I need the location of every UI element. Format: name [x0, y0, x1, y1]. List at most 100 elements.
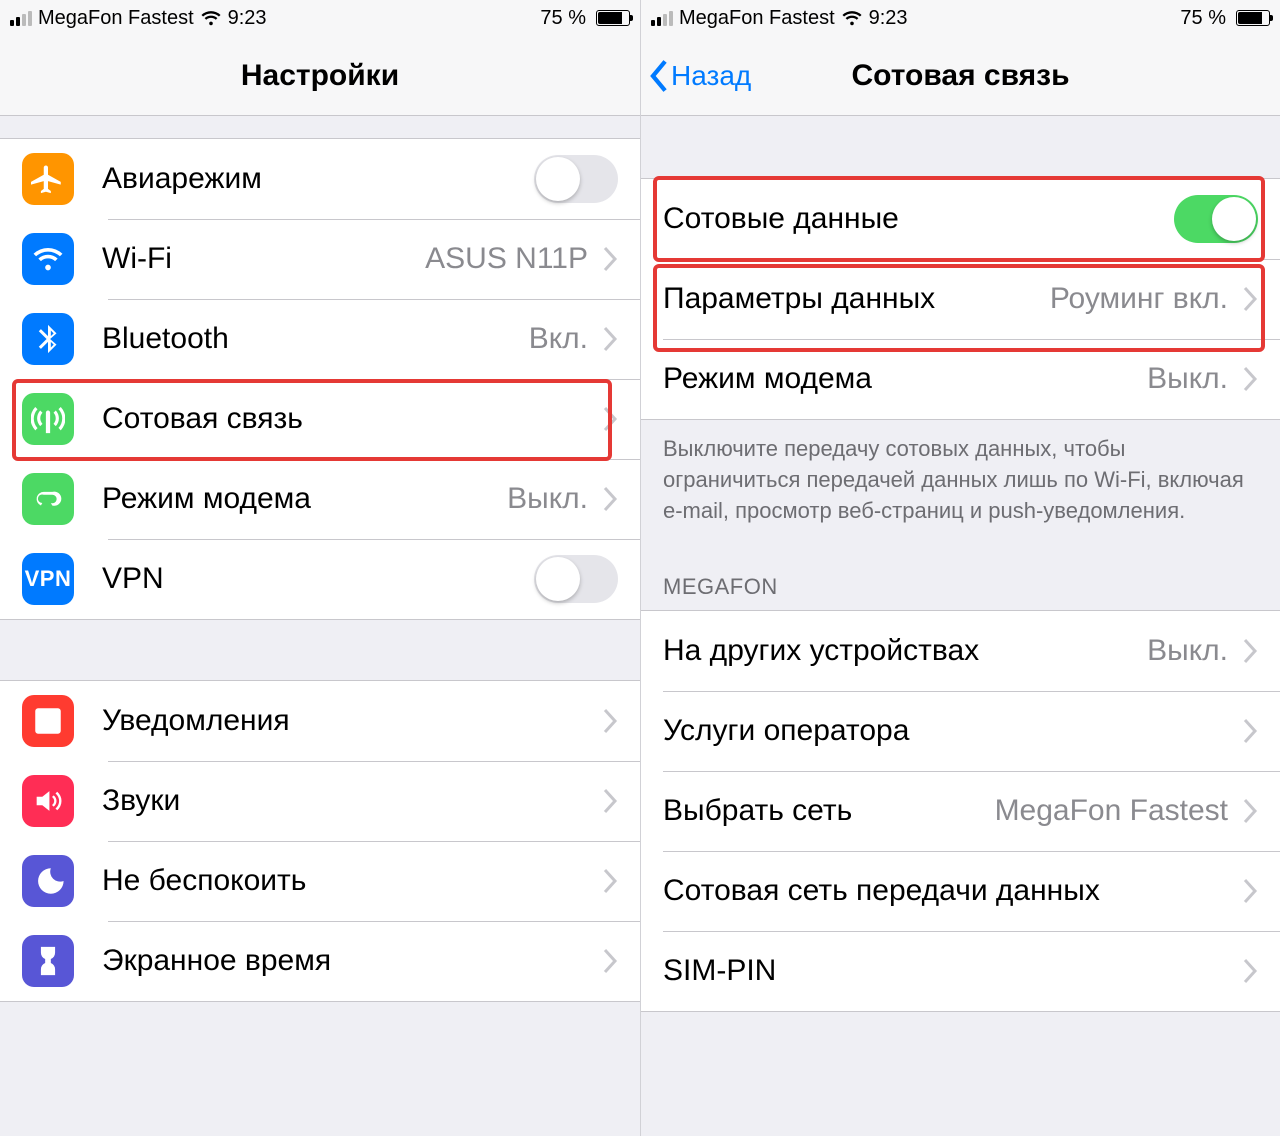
row-value: Вкл.	[529, 322, 588, 356]
group-connectivity: Авиарежим Wi-Fi ASUS N11P Bluetooth Вкл.…	[0, 138, 640, 620]
chevron-right-icon	[1242, 798, 1258, 824]
screen-cellular: MegaFon Fastest 9:23 75 % Назад Сотовая …	[640, 0, 1280, 1136]
row-label: Параметры данных	[663, 282, 935, 316]
back-label: Назад	[671, 60, 751, 92]
chevron-right-icon	[602, 788, 618, 814]
chevron-right-icon	[1242, 958, 1258, 984]
nav-bar: Назад Сотовая связь	[641, 36, 1280, 116]
status-bar: MegaFon Fastest 9:23 75 %	[641, 0, 1280, 36]
row-value: Роуминг вкл.	[1050, 282, 1228, 316]
row-sim-pin[interactable]: SIM-PIN	[641, 931, 1280, 1011]
status-bar: MegaFon Fastest 9:23 75 %	[0, 0, 640, 36]
signal-icon	[10, 11, 32, 26]
row-label: SIM-PIN	[663, 954, 776, 988]
row-carrier-services[interactable]: Услуги оператора	[641, 691, 1280, 771]
row-hotspot[interactable]: Режим модема Выкл.	[0, 459, 640, 539]
section-header-megafon: MEGAFON	[641, 534, 1280, 610]
group-general: Уведомления Звуки Не беспокоить Экранное…	[0, 680, 640, 1002]
row-value: Выкл.	[1147, 634, 1228, 668]
row-cellular[interactable]: Сотовая связь	[0, 379, 640, 459]
row-wifi[interactable]: Wi-Fi ASUS N11P	[0, 219, 640, 299]
airplane-icon	[22, 153, 74, 205]
row-bluetooth[interactable]: Bluetooth Вкл.	[0, 299, 640, 379]
row-vpn[interactable]: VPN VPN	[0, 539, 640, 619]
hotspot-icon	[22, 473, 74, 525]
wifi-settings-icon	[22, 233, 74, 285]
row-label: Сотовая связь	[102, 402, 303, 436]
page-title: Настройки	[241, 59, 399, 93]
row-label: Сотовая сеть передачи данных	[663, 874, 1100, 908]
group-megafon: На других устройствах Выкл. Услуги опера…	[641, 610, 1280, 1012]
row-value: Выкл.	[507, 482, 588, 516]
back-button[interactable]: Назад	[649, 59, 751, 93]
row-other-devices[interactable]: На других устройствах Выкл.	[641, 611, 1280, 691]
row-dnd[interactable]: Не беспокоить	[0, 841, 640, 921]
chevron-right-icon	[1242, 638, 1258, 664]
row-label: Авиарежим	[102, 162, 262, 196]
row-label: Wi-Fi	[102, 242, 172, 276]
sounds-icon	[22, 775, 74, 827]
chevron-right-icon	[1242, 366, 1258, 392]
battery-icon	[1232, 10, 1270, 26]
clock-label: 9:23	[869, 7, 908, 30]
nav-bar: Настройки	[0, 36, 640, 116]
carrier-label: MegaFon Fastest	[679, 7, 835, 30]
notifications-icon	[22, 695, 74, 747]
chevron-right-icon	[602, 948, 618, 974]
chevron-right-icon	[602, 246, 618, 272]
row-value: Выкл.	[1147, 362, 1228, 396]
screen-settings: MegaFon Fastest 9:23 75 % Настройки Авиа…	[0, 0, 640, 1136]
battery-pct-label: 75 %	[540, 7, 586, 30]
row-sounds[interactable]: Звуки	[0, 761, 640, 841]
clock-label: 9:23	[228, 7, 267, 30]
group-cellular-main: Сотовые данные Параметры данных Роуминг …	[641, 178, 1280, 420]
row-apn[interactable]: Сотовая сеть передачи данных	[641, 851, 1280, 931]
carrier-label: MegaFon Fastest	[38, 7, 194, 30]
airplane-toggle[interactable]	[534, 155, 618, 203]
row-select-network[interactable]: Выбрать сеть MegaFon Fastest	[641, 771, 1280, 851]
chevron-right-icon	[602, 326, 618, 352]
row-label: Не беспокоить	[102, 864, 306, 898]
row-data-options[interactable]: Параметры данных Роуминг вкл.	[641, 259, 1280, 339]
battery-pct-label: 75 %	[1180, 7, 1226, 30]
chevron-right-icon	[1242, 286, 1258, 312]
chevron-right-icon	[1242, 878, 1258, 904]
row-cellular-data[interactable]: Сотовые данные	[641, 179, 1280, 259]
battery-icon	[592, 10, 630, 26]
wifi-icon	[200, 9, 222, 27]
chevron-right-icon	[602, 406, 618, 432]
chevron-right-icon	[602, 486, 618, 512]
vpn-toggle[interactable]	[534, 555, 618, 603]
cellular-data-toggle[interactable]	[1174, 195, 1258, 243]
dnd-icon	[22, 855, 74, 907]
row-airplane[interactable]: Авиарежим	[0, 139, 640, 219]
row-label: VPN	[102, 562, 164, 596]
row-label: Выбрать сеть	[663, 794, 852, 828]
signal-icon	[651, 11, 673, 26]
row-value: MegaFon Fastest	[995, 794, 1228, 828]
row-label: Уведомления	[102, 704, 290, 738]
row-label: Звуки	[102, 784, 180, 818]
group-footer-note: Выключите передачу сотовых данных, чтобы…	[641, 420, 1280, 534]
cellular-icon	[22, 393, 74, 445]
row-label: Экранное время	[102, 944, 331, 978]
chevron-right-icon	[1242, 718, 1258, 744]
vpn-icon: VPN	[22, 553, 74, 605]
screentime-icon	[22, 935, 74, 987]
row-hotspot[interactable]: Режим модема Выкл.	[641, 339, 1280, 419]
chevron-right-icon	[602, 868, 618, 894]
row-label: Bluetooth	[102, 322, 229, 356]
row-label: Услуги оператора	[663, 714, 909, 748]
row-label: Режим модема	[663, 362, 872, 396]
row-label: Режим модема	[102, 482, 311, 516]
row-label: Сотовые данные	[663, 202, 899, 236]
bluetooth-icon	[22, 313, 74, 365]
chevron-right-icon	[602, 708, 618, 734]
row-label: На других устройствах	[663, 634, 979, 668]
page-title: Сотовая связь	[851, 59, 1069, 93]
row-value: ASUS N11P	[425, 242, 588, 276]
wifi-icon	[841, 9, 863, 27]
row-notifications[interactable]: Уведомления	[0, 681, 640, 761]
row-screentime[interactable]: Экранное время	[0, 921, 640, 1001]
chevron-left-icon	[649, 59, 669, 93]
